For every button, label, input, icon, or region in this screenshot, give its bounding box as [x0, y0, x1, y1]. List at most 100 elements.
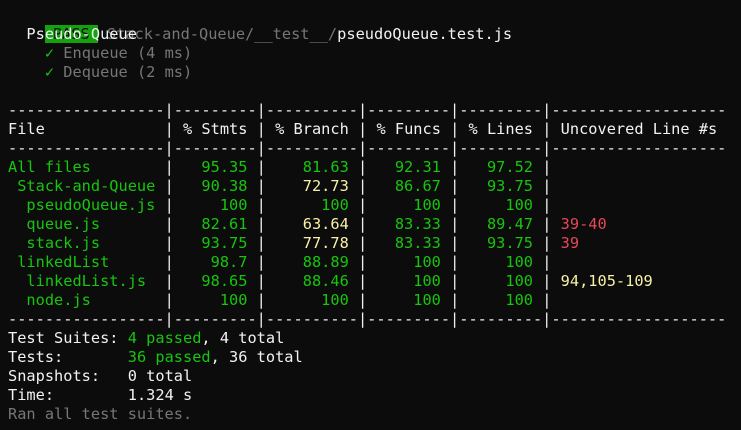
- test-file-header: PASS Stack-and-Queue/__test__/pseudoQueu…: [8, 6, 741, 43]
- summary-test-suites: Test Suites: 4 passed, 4 total: [8, 329, 285, 347]
- coverage-stmts: 100: [173, 196, 257, 214]
- coverage-lines: 100: [459, 291, 543, 309]
- summary-snapshots: Snapshots: 0 total: [8, 367, 193, 385]
- coverage-sep: |: [164, 158, 174, 176]
- coverage-uncovered: 94,105-109: [560, 272, 653, 290]
- coverage-funcs: 83.33: [367, 215, 451, 233]
- summary-time: Time: 1.324 s: [8, 386, 193, 404]
- coverage-branch: 63.64: [265, 215, 358, 233]
- coverage-uncovered: 39: [560, 234, 580, 252]
- coverage-stmts: 98.65: [173, 272, 257, 290]
- coverage-sep: |: [164, 253, 174, 271]
- coverage-sep: |: [358, 291, 368, 309]
- coverage-file: linkedList: [8, 253, 165, 271]
- coverage-sep: |: [256, 272, 266, 290]
- coverage-sep: |: [256, 253, 266, 271]
- coverage-sep: |: [164, 234, 174, 252]
- coverage-sep: |: [358, 253, 368, 271]
- coverage-sep: |: [256, 291, 266, 309]
- coverage-divider-mid: -----------------|---------|----------|-…: [8, 139, 727, 157]
- coverage-lines: 93.75: [459, 177, 543, 195]
- coverage-sep: |: [358, 196, 368, 214]
- coverage-rows: All files | 95.35 | 81.63 | 92.31 | 97.5…: [8, 158, 741, 310]
- coverage-file: All files: [8, 158, 165, 176]
- coverage-funcs: 100: [367, 253, 451, 271]
- coverage-sep: |: [358, 215, 368, 233]
- coverage-lines: 89.47: [459, 215, 543, 233]
- coverage-stmts: 95.35: [173, 158, 257, 176]
- coverage-branch: 77.78: [265, 234, 358, 252]
- coverage-file: stack.js: [8, 234, 165, 252]
- coverage-sep: |: [164, 272, 174, 290]
- coverage-space: [551, 158, 560, 176]
- coverage-branch: 88.89: [265, 253, 358, 271]
- coverage-sep: |: [256, 177, 266, 195]
- coverage-stmts: 90.38: [173, 177, 257, 195]
- coverage-sep: |: [358, 272, 368, 290]
- coverage-file: linkedList.js: [8, 272, 165, 290]
- coverage-sep: |: [164, 196, 174, 214]
- coverage-lines: 100: [459, 272, 543, 290]
- coverage-funcs: 83.33: [367, 234, 451, 252]
- test-path-file: pseudoQueue.test.js: [337, 25, 513, 43]
- coverage-funcs: 100: [367, 196, 451, 214]
- coverage-sep: |: [256, 234, 266, 252]
- coverage-row: All files | 95.35 | 81.63 | 92.31 | 97.5…: [8, 158, 741, 177]
- coverage-file: node.js: [8, 291, 165, 309]
- test-path-dir: Stack-and-Queue/__test__/: [106, 25, 338, 43]
- coverage-sep: |: [256, 158, 266, 176]
- coverage-row: linkedList.js | 98.65 | 88.46 | 100 | 10…: [8, 272, 741, 291]
- coverage-funcs: 92.31: [367, 158, 451, 176]
- coverage-uncovered: 39-40: [560, 215, 607, 233]
- summary-tests: Tests: 36 passed, 36 total: [8, 348, 303, 366]
- coverage-space: [551, 253, 560, 271]
- coverage-branch: 72.73: [265, 177, 358, 195]
- check-icon: ✓: [44, 44, 55, 62]
- coverage-sep: |: [256, 215, 266, 233]
- coverage-sep: |: [450, 291, 460, 309]
- coverage-branch: 81.63: [265, 158, 358, 176]
- coverage-branch: 88.46: [265, 272, 358, 290]
- coverage-sep: |: [358, 158, 368, 176]
- coverage-branch: 100: [265, 291, 358, 309]
- coverage-file: pseudoQueue.js: [8, 196, 165, 214]
- coverage-sep: |: [450, 272, 460, 290]
- coverage-sep: |: [450, 196, 460, 214]
- terminal-window[interactable]: PASS Stack-and-Queue/__test__/pseudoQueu…: [0, 0, 741, 430]
- coverage-sep: |: [450, 177, 460, 195]
- coverage-stmts: 82.61: [173, 215, 257, 233]
- coverage-sep: |: [450, 215, 460, 233]
- coverage-row: linkedList | 98.7 | 88.89 | 100 | 100 |: [8, 253, 741, 272]
- coverage-row: pseudoQueue.js | 100 | 100 | 100 | 100 |: [8, 196, 741, 215]
- coverage-sep: |: [256, 196, 266, 214]
- coverage-file: Stack-and-Queue: [8, 177, 165, 195]
- coverage-lines: 93.75: [459, 234, 543, 252]
- test-result-enqueue: ✓ Enqueue (4 ms): [44, 44, 193, 62]
- check-icon: ✓: [44, 63, 55, 81]
- coverage-stmts: 98.7: [173, 253, 257, 271]
- coverage-sep: |: [164, 215, 174, 233]
- coverage-sep: |: [358, 177, 368, 195]
- coverage-funcs: 86.67: [367, 177, 451, 195]
- coverage-row: node.js | 100 | 100 | 100 | 100 |: [8, 291, 741, 310]
- coverage-space: [551, 177, 560, 195]
- summary-footer: Ran all test suites.: [8, 405, 193, 423]
- coverage-sep: |: [358, 234, 368, 252]
- coverage-row: queue.js | 82.61 | 63.64 | 83.33 | 89.47…: [8, 215, 741, 234]
- coverage-header-row: File | % Stmts | % Branch | % Funcs | % …: [8, 120, 718, 138]
- coverage-stmts: 93.75: [173, 234, 257, 252]
- coverage-lines: 97.52: [459, 158, 543, 176]
- coverage-sep: |: [450, 234, 460, 252]
- coverage-lines: 100: [459, 253, 543, 271]
- coverage-funcs: 100: [367, 291, 451, 309]
- coverage-funcs: 100: [367, 272, 451, 290]
- coverage-file: queue.js: [8, 215, 165, 233]
- coverage-sep: |: [450, 158, 460, 176]
- coverage-lines: 100: [459, 196, 543, 214]
- coverage-sep: |: [164, 177, 174, 195]
- coverage-divider-bottom: -----------------|---------|----------|-…: [8, 310, 727, 328]
- coverage-space: [551, 234, 560, 252]
- test-result-dequeue: ✓ Dequeue (2 ms): [44, 63, 193, 81]
- coverage-divider-top: -----------------|---------|----------|-…: [8, 101, 727, 119]
